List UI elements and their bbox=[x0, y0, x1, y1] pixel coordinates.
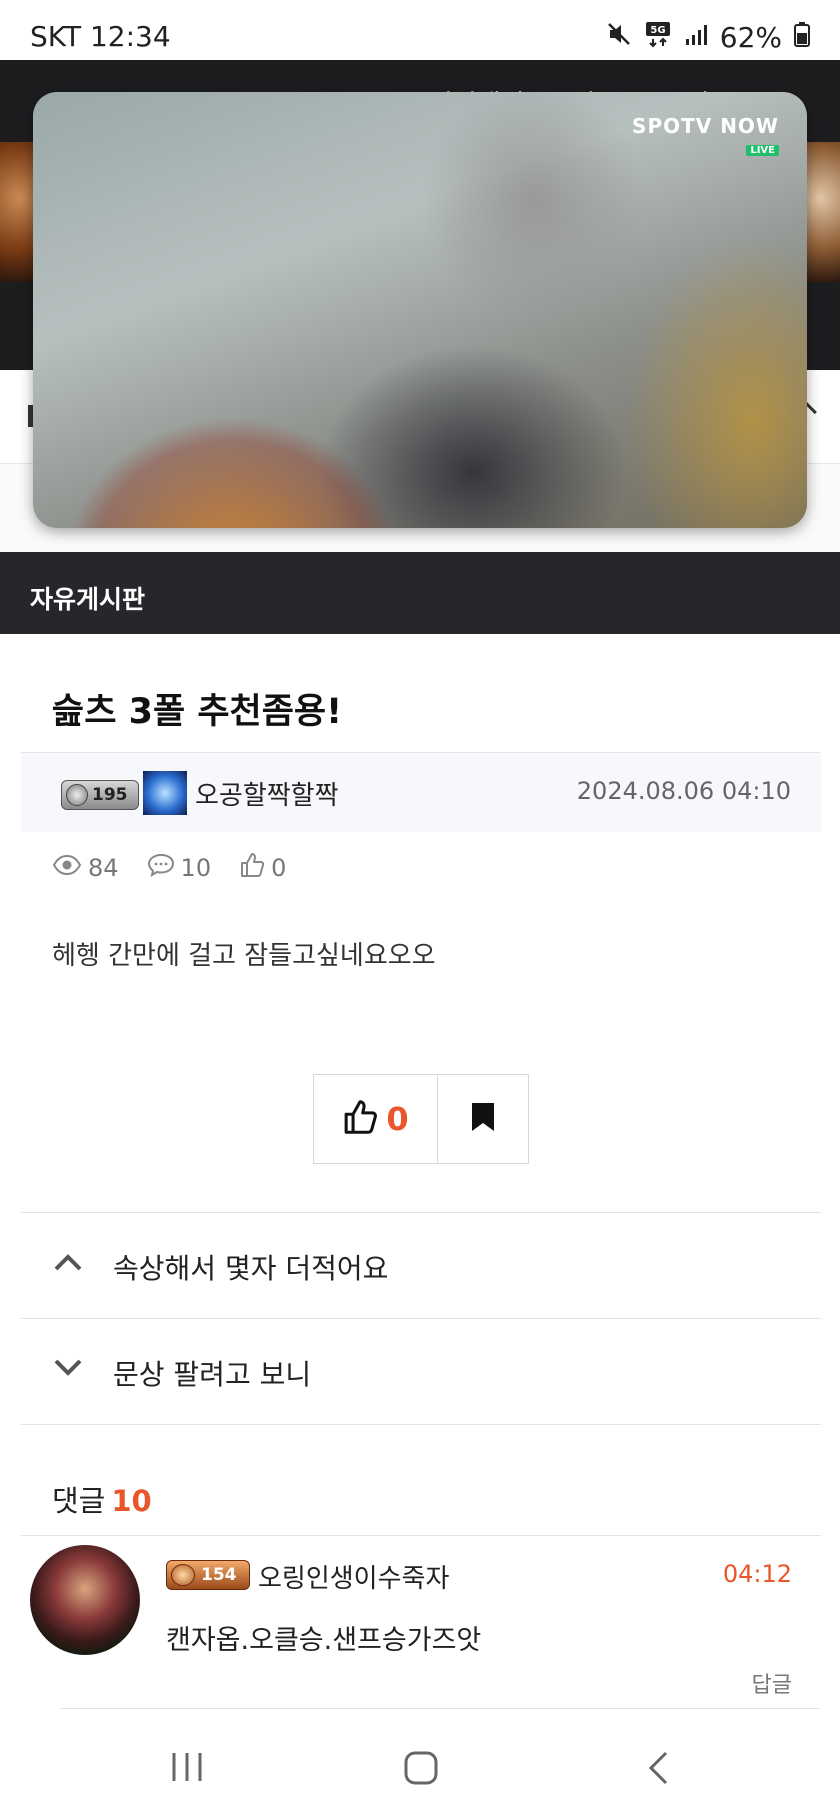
comments-label: 댓글 bbox=[52, 1484, 106, 1518]
post-title: 슲츠 3폴 추천좀용! bbox=[52, 692, 343, 732]
live-badge: LIVE bbox=[746, 145, 779, 156]
comment-bubble-icon bbox=[147, 853, 175, 883]
level-emblem-icon bbox=[171, 1564, 195, 1586]
back-icon[interactable] bbox=[646, 1750, 670, 1790]
author-name[interactable]: 오공할짝할짝 bbox=[195, 775, 339, 812]
like-button[interactable]: 0 bbox=[314, 1075, 438, 1163]
board-bar: 자유게시판 bbox=[0, 552, 840, 634]
views-stat: 84 bbox=[52, 854, 119, 882]
thumbs-up-icon bbox=[239, 852, 265, 884]
floating-video-player[interactable]: SPOTV NOW LIVE bbox=[33, 92, 807, 528]
recent-apps-icon[interactable] bbox=[170, 1750, 204, 1788]
banner-art-left bbox=[0, 142, 34, 282]
eye-icon bbox=[52, 854, 82, 882]
like-button-count: 0 bbox=[386, 1100, 409, 1138]
system-navigation-bar bbox=[0, 1722, 840, 1820]
next-post-link[interactable]: 문상 팔려고 보니 bbox=[21, 1318, 821, 1424]
comment-text: 캔자옵.오클승.샌프승가즈앗 bbox=[166, 1625, 482, 1656]
signal-icon bbox=[684, 21, 708, 54]
views-count: 84 bbox=[88, 854, 119, 882]
post-date: 2024.08.06 04:10 bbox=[576, 777, 791, 805]
previous-post-link[interactable]: 속상해서 몇자 더적어요 bbox=[21, 1212, 821, 1318]
video-logo-text: SPOTV NOW bbox=[632, 114, 779, 138]
divider bbox=[21, 1424, 821, 1425]
board-title[interactable]: 자유게시판 bbox=[30, 580, 145, 616]
likes-count-stat: 0 bbox=[271, 854, 287, 882]
video-logo: SPOTV NOW LIVE bbox=[632, 114, 779, 157]
comments-stat: 10 bbox=[147, 853, 212, 883]
comment-level-badge: 154 bbox=[166, 1560, 250, 1590]
comment-avatar[interactable] bbox=[30, 1545, 140, 1655]
divider bbox=[60, 1708, 820, 1709]
next-post-title: 문상 팔려고 보니 bbox=[113, 1358, 312, 1391]
bookmark-icon bbox=[469, 1101, 497, 1137]
chevron-up-icon bbox=[53, 1251, 83, 1277]
reply-button[interactable]: 답글 bbox=[752, 1667, 792, 1699]
level-emblem-icon bbox=[66, 784, 88, 806]
comment-level: 154 bbox=[201, 1565, 237, 1585]
comments-count: 10 bbox=[111, 1484, 152, 1518]
comments-count-stat: 10 bbox=[180, 854, 212, 882]
carrier-time: SKT 12:34 bbox=[30, 20, 171, 53]
likes-stat: 0 bbox=[239, 852, 286, 884]
author-level: 195 bbox=[92, 785, 128, 805]
chevron-down-icon bbox=[53, 1357, 83, 1383]
status-bar: SKT 12:34 5G 62% bbox=[0, 0, 840, 60]
post-stats: 84 10 0 bbox=[52, 852, 286, 884]
banner-art-right bbox=[806, 142, 840, 282]
status-icons: 5G 62% bbox=[606, 20, 810, 55]
mute-icon bbox=[606, 21, 632, 54]
svg-text:5G: 5G bbox=[650, 25, 665, 36]
author-avatar[interactable] bbox=[143, 771, 187, 815]
bookmark-button[interactable] bbox=[438, 1075, 528, 1163]
comment-author[interactable]: 오링인생이수죽자 bbox=[258, 1558, 449, 1595]
battery-percent: 62% bbox=[719, 21, 782, 54]
comment-time: 04:12 bbox=[722, 1560, 792, 1588]
post-actions: 0 bbox=[313, 1074, 529, 1164]
5g-icon: 5G bbox=[644, 20, 672, 55]
previous-post-title: 속상해서 몇자 더적어요 bbox=[113, 1252, 389, 1285]
post-body: 헤헹 간만에 걸고 잠들고싶네요오오 bbox=[52, 941, 436, 971]
battery-icon bbox=[794, 21, 810, 54]
thumbs-up-icon bbox=[342, 1099, 378, 1139]
home-icon[interactable] bbox=[403, 1750, 439, 1790]
post-meta: 195 오공할짝할짝 2024.08.06 04:10 bbox=[21, 752, 821, 832]
comments-header: 댓글 10 bbox=[52, 1478, 152, 1520]
author-level-badge: 195 bbox=[61, 780, 139, 810]
divider bbox=[21, 1535, 821, 1536]
